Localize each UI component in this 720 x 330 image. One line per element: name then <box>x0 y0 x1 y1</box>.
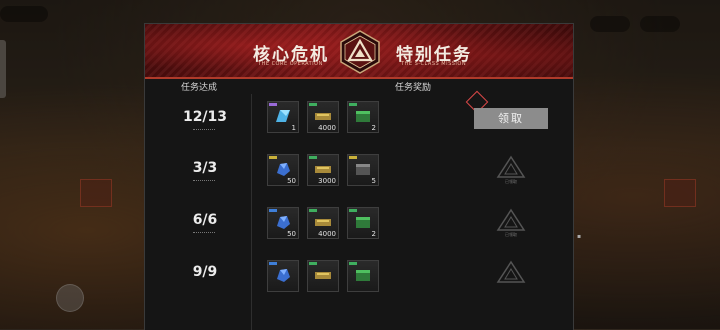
rarity-tag <box>349 209 357 212</box>
background-marker-right <box>664 179 696 207</box>
background-player-avatar <box>56 284 84 312</box>
blue-ore-icon <box>277 216 290 229</box>
claimed-label: 已领取 <box>505 179 517 184</box>
claim-button[interactable]: 领取 <box>474 108 548 129</box>
rarity-tag <box>309 262 317 265</box>
special-mission-panel: 核心危机 THE CORE OPERATION 特别任务 THE S-CLASS… <box>144 23 574 330</box>
reward-slot[interactable]: 2 <box>347 207 379 239</box>
reward-slot[interactable]: 50 <box>267 154 299 186</box>
claimed-label: 已领取 <box>505 232 517 237</box>
claimed-badge <box>496 260 526 290</box>
reward-quantity: 1 <box>291 124 296 132</box>
gold-ammo-crate-icon <box>315 272 331 279</box>
progress-dots <box>193 180 215 182</box>
green-supply-box-icon <box>356 217 370 228</box>
background-hud-pill <box>590 16 630 32</box>
reward-quantity: 3000 <box>318 177 336 185</box>
background-hud-pill <box>0 6 48 22</box>
rarity-tag <box>309 156 317 159</box>
gold-ammo-crate-icon <box>315 219 331 226</box>
green-supply-box-icon <box>356 111 370 122</box>
mission-progress: 3/3 <box>192 160 218 176</box>
mission-progress: 12/13 <box>182 109 228 125</box>
reward-slot[interactable]: 5 <box>347 154 379 186</box>
background-marker-left <box>80 179 112 207</box>
claimed-emblem-icon <box>496 155 526 178</box>
progress-column-header: 任务达成 <box>181 83 218 93</box>
side-drawer-handle[interactable] <box>0 40 6 98</box>
banner-subtitle-right: THE S-CLASS MISSION <box>401 61 467 67</box>
rarity-tag <box>269 156 277 159</box>
reward-slot[interactable]: 50 <box>267 207 299 239</box>
rarity-tag <box>349 103 357 106</box>
reward-quantity: 2 <box>371 124 376 132</box>
blue-ore-icon <box>277 269 290 282</box>
core-crisis-emblem-icon <box>340 30 380 74</box>
reward-quantity: 50 <box>287 177 296 185</box>
reward-quantity: 4000 <box>318 124 336 132</box>
blue-crystal-card-icon <box>276 110 290 122</box>
claimed-emblem-icon <box>496 260 526 283</box>
gray-supply-box-icon <box>356 164 370 175</box>
rewards-column-header: 任务奖励 <box>395 83 432 93</box>
reward-slot[interactable] <box>307 260 339 292</box>
reward-slot[interactable]: 4000 <box>307 101 339 133</box>
rarity-tag <box>269 209 277 212</box>
claimed-badge: 已领取 <box>496 208 526 238</box>
scroll-indicator: ▪ <box>577 233 582 240</box>
banner-subtitle-left: THE CORE OPERATION <box>258 61 323 67</box>
progress-dots <box>193 129 215 131</box>
rarity-tag <box>269 103 277 106</box>
rarity-tag <box>309 103 317 106</box>
gold-ammo-crate-icon <box>315 113 331 120</box>
progress-dots <box>193 232 215 234</box>
reward-quantity: 50 <box>287 230 296 238</box>
reward-quantity: 4000 <box>318 230 336 238</box>
claimed-emblem-icon <box>496 208 526 231</box>
column-divider <box>251 94 252 330</box>
mission-progress: 9/9 <box>192 264 218 280</box>
reward-slot[interactable]: 3000 <box>307 154 339 186</box>
gold-ammo-crate-icon <box>315 166 331 173</box>
reward-quantity: 5 <box>371 177 376 185</box>
green-supply-box-icon <box>356 270 370 281</box>
reward-slot[interactable]: 4000 <box>307 207 339 239</box>
background-hud-pill <box>640 16 680 32</box>
reward-slot[interactable]: 2 <box>347 101 379 133</box>
blue-ore-icon <box>277 163 290 176</box>
reward-slot[interactable] <box>347 260 379 292</box>
rarity-tag <box>269 262 277 265</box>
mission-progress: 6/6 <box>192 212 218 228</box>
rarity-tag <box>349 156 357 159</box>
mission-banner: 核心危机 THE CORE OPERATION 特别任务 THE S-CLASS… <box>145 24 573 79</box>
rarity-tag <box>349 262 357 265</box>
claimed-badge: 已领取 <box>496 155 526 185</box>
reward-quantity: 2 <box>371 230 376 238</box>
reward-slot[interactable] <box>267 260 299 292</box>
reward-slot[interactable]: 1 <box>267 101 299 133</box>
rarity-tag <box>309 209 317 212</box>
